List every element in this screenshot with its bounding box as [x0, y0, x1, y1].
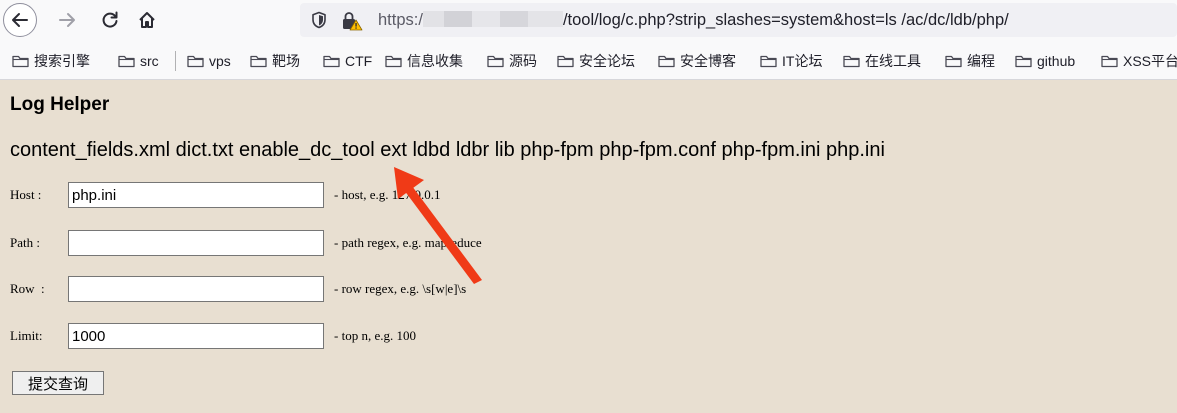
- row-hint: - row regex, e.g. \s[w|e]\s: [334, 281, 467, 296]
- bookmark-label: XSS平台: [1123, 53, 1177, 69]
- folder-icon: [323, 55, 340, 68]
- url-redacted-host: [422, 11, 563, 27]
- limit-row: Limit: - top n, e.g. 100: [10, 323, 416, 349]
- bookmark-label: src: [140, 53, 159, 69]
- bookmark-label: CTF: [345, 53, 373, 69]
- folder-icon: [843, 55, 860, 68]
- reload-button[interactable]: [93, 3, 127, 37]
- bookmark-folder[interactable]: 编程: [945, 51, 995, 71]
- shield-icon[interactable]: [310, 11, 328, 29]
- host-input[interactable]: [68, 182, 324, 208]
- home-button[interactable]: [130, 3, 164, 37]
- bookmark-folder[interactable]: 源码: [487, 51, 537, 71]
- bookmark-label: IT论坛: [782, 53, 823, 69]
- path-input[interactable]: [68, 230, 324, 256]
- bookmarks-separator: [175, 51, 176, 71]
- folder-icon: [385, 55, 402, 68]
- bookmark-folder[interactable]: IT论坛: [760, 51, 822, 71]
- limit-input[interactable]: [68, 323, 324, 349]
- folder-icon: [1015, 55, 1032, 68]
- limit-label: Limit:: [10, 328, 43, 343]
- row-label: Row :: [10, 281, 45, 296]
- url-bar[interactable]: https:/ /tool/log/c.php?strip_slashes=sys…: [300, 3, 1177, 37]
- host-row: Host : - host, e.g. 127.0.0.1: [10, 182, 441, 208]
- folder-icon: [760, 55, 777, 68]
- bookmark-folder[interactable]: XSS平台: [1101, 51, 1177, 71]
- folder-icon: [487, 55, 504, 68]
- forward-button[interactable]: [50, 3, 84, 37]
- bookmark-folder[interactable]: 安全论坛: [557, 51, 635, 71]
- folder-icon: [12, 55, 29, 68]
- bookmark-label: 编程: [967, 53, 995, 69]
- bookmarks-bar: 搜索引擎 src vps 靶场 CTF 信息收集 源码 安全论坛 安全博客 IT…: [0, 42, 1177, 80]
- bookmark-folder[interactable]: github: [1015, 51, 1075, 71]
- bookmark-label: 安全博客: [680, 53, 736, 69]
- command-output: content_fields.xml dict.txt enable_dc_to…: [10, 139, 885, 161]
- forward-arrow-icon: [59, 13, 75, 27]
- bookmark-label: 信息收集: [407, 53, 463, 69]
- folder-icon: [250, 55, 267, 68]
- back-arrow-icon: [12, 13, 28, 27]
- limit-hint: - top n, e.g. 100: [334, 328, 416, 343]
- path-label: Path :: [10, 235, 40, 250]
- insecure-lock-icon[interactable]: [341, 11, 363, 31]
- submit-button[interactable]: 提交查询: [12, 371, 104, 395]
- folder-icon: [557, 55, 574, 68]
- bookmark-folder[interactable]: CTF: [323, 51, 372, 71]
- row-input[interactable]: [68, 276, 324, 302]
- home-icon: [139, 12, 155, 28]
- page-title: Log Helper: [10, 94, 110, 115]
- bookmark-label: github: [1037, 53, 1076, 69]
- folder-icon: [118, 55, 135, 68]
- browser-toolbar: https:/ /tool/log/c.php?strip_slashes=sys…: [0, 0, 1177, 42]
- page-content: Log Helper content_fields.xml dict.txt e…: [0, 80, 1177, 413]
- host-label: Host :: [10, 187, 42, 202]
- url-scheme: https:/: [378, 11, 423, 29]
- url-path: /tool/log/c.php?strip_slashes=system&hos…: [562, 11, 1009, 29]
- bookmark-folder[interactable]: vps: [187, 51, 231, 71]
- folder-icon: [945, 55, 962, 68]
- bookmark-label: 源码: [509, 53, 537, 69]
- bookmark-folder[interactable]: 搜索引擎: [12, 51, 90, 71]
- back-button[interactable]: [3, 3, 37, 37]
- folder-icon: [187, 55, 204, 68]
- url-text[interactable]: https:/ /tool/log/c.php?strip_slashes=sys…: [378, 11, 1009, 30]
- bookmark-folder[interactable]: src: [118, 51, 159, 71]
- host-hint: - host, e.g. 127.0.0.1: [334, 187, 441, 202]
- bookmark-folder[interactable]: 靶场: [250, 51, 300, 71]
- bookmark-label: 搜索引擎: [34, 53, 90, 69]
- path-hint: - path regex, e.g. mapreduce: [334, 235, 482, 250]
- bookmark-folder[interactable]: 信息收集: [385, 51, 463, 71]
- folder-icon: [1101, 55, 1118, 68]
- path-row: Path : - path regex, e.g. mapreduce: [10, 230, 482, 256]
- bookmark-label: 安全论坛: [579, 53, 635, 69]
- bookmark-label: 在线工具: [865, 53, 921, 69]
- bookmark-label: vps: [209, 53, 231, 69]
- bookmark-label: 靶场: [272, 53, 300, 69]
- bookmark-folder[interactable]: 在线工具: [843, 51, 921, 71]
- folder-icon: [658, 55, 675, 68]
- bookmark-folder[interactable]: 安全博客: [658, 51, 736, 71]
- reload-icon: [102, 11, 118, 28]
- row-regex-row: Row : - row regex, e.g. \s[w|e]\s: [10, 276, 466, 302]
